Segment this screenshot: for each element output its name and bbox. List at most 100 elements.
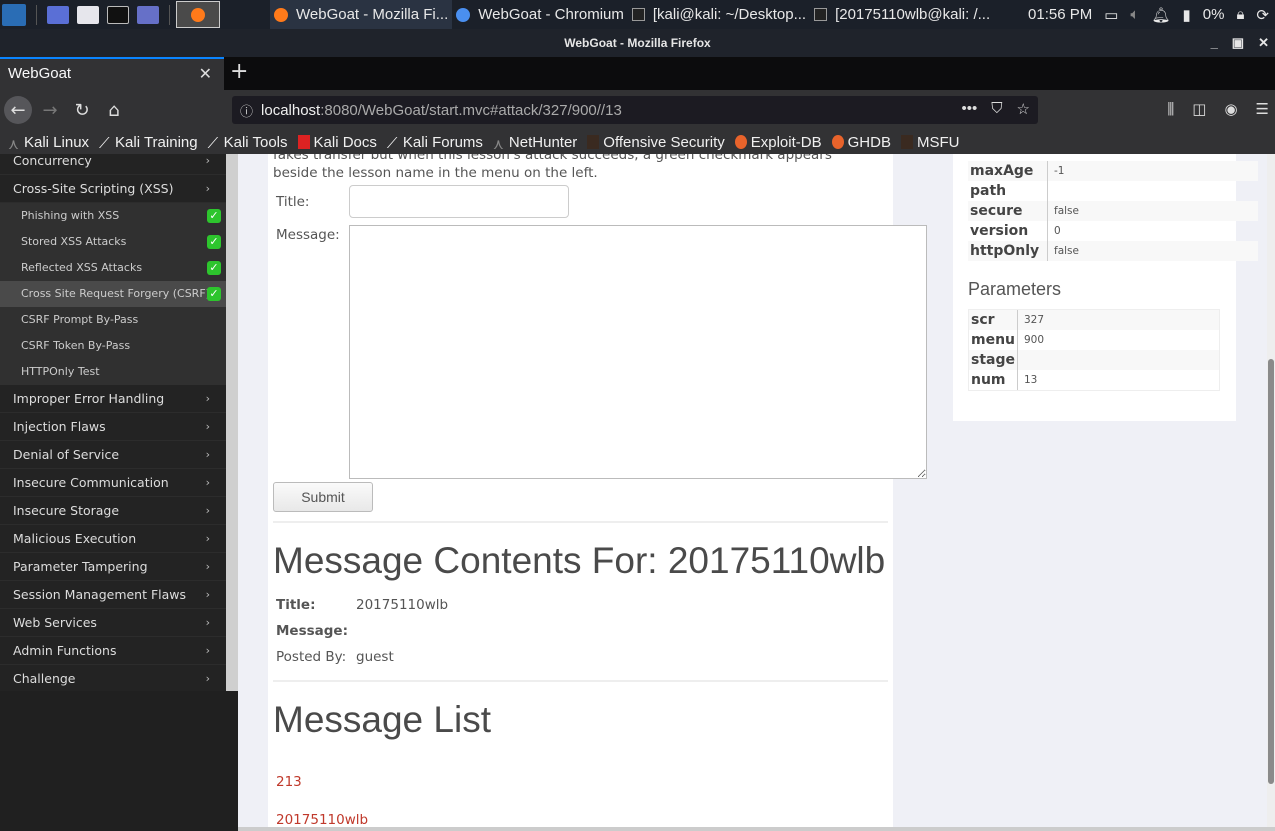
chevron-right-icon: › — [205, 616, 210, 629]
battery-icon[interactable]: ▮ — [1182, 6, 1190, 24]
message-link[interactable]: 20175110wlb — [276, 812, 368, 828]
menu-concurrency[interactable]: Concurrency › — [0, 154, 226, 175]
scrollbar-thumb[interactable] — [1268, 359, 1274, 784]
cookies-params-panel: maxAge -1 path secure false version 0 httpO… — [953, 154, 1258, 421]
kali-menu-icon[interactable] — [2, 3, 26, 26]
tab-webgoat[interactable]: WebGoat ✕ — [0, 57, 224, 90]
lesson-csrf-token-bypass[interactable]: CSRF Token By-Pass — [0, 333, 226, 359]
param-value: 900 — [1024, 334, 1045, 346]
site-info-icon[interactable]: ⓘ — [240, 101, 253, 120]
menu-malicious-execution[interactable]: Malicious Execution › — [0, 525, 226, 553]
close-tab-icon[interactable]: ✕ — [199, 64, 212, 84]
clock[interactable]: 01:56 PM — [1028, 6, 1092, 23]
page-scrollbar[interactable] — [1267, 154, 1275, 831]
bookmark-offensive-security[interactable]: Offensive Security — [587, 134, 725, 151]
taskbar-window-terminal-2[interactable]: [20175110wlb@kali: /... — [810, 0, 994, 29]
horizontal-scrollbar[interactable] — [238, 827, 1275, 831]
chevron-right-icon: › — [205, 182, 210, 195]
bookmark-star-icon[interactable]: ☆ — [1017, 100, 1030, 118]
bookmark-kali-training[interactable]: ⟋ Kali Training — [99, 134, 198, 153]
file-manager-icon[interactable] — [77, 5, 99, 24]
intro-text: beside the lesson name in the menu on th… — [273, 165, 598, 181]
lesson-reflected-xss[interactable]: Reflected XSS Attacks ✓ — [0, 255, 226, 281]
terminal-launcher-icon[interactable] — [107, 5, 129, 24]
close-window-icon[interactable]: ✕ — [1258, 29, 1269, 57]
notification-bell-icon[interactable]: 🔔︎ — [1151, 6, 1170, 24]
firefox-launcher-icon[interactable] — [176, 1, 220, 28]
volume-icon[interactable]: 🔈︎ — [1130, 6, 1139, 23]
menu-improper-error-handling[interactable]: Improper Error Handling › — [0, 385, 226, 413]
bookmark-kali-tools[interactable]: ⟋ Kali Tools — [208, 134, 288, 153]
bookmark-kali-linux[interactable]: ⋏ Kali Linux — [8, 134, 89, 154]
menu-admin-functions[interactable]: Admin Functions › — [0, 637, 226, 665]
menu-xss[interactable]: Cross-Site Scripting (XSS) › — [0, 175, 226, 203]
contents-message-row: Message: — [276, 623, 356, 639]
bookmark-ghdb[interactable]: GHDB — [831, 134, 891, 151]
bookmark-nethunter[interactable]: ⋏ NetHunter — [493, 134, 577, 154]
library-icon[interactable]: ⫼ — [1167, 100, 1174, 118]
back-arrow-icon[interactable]: ← — [4, 96, 32, 124]
page-actions-icon[interactable]: ••• — [962, 100, 978, 118]
taskbar-window-label: [20175110wlb@kali: /... — [835, 6, 991, 23]
taskbar-window-terminal-1[interactable]: [kali@kali: ~/Desktop... — [628, 0, 810, 29]
menu-label: Insecure Communication — [13, 475, 169, 490]
lock-icon[interactable]: 🔒︎ — [1236, 6, 1244, 23]
taskbar-window-label: [kali@kali: ~/Desktop... — [652, 6, 807, 23]
screen-recorder-icon[interactable] — [137, 5, 159, 24]
display-icon[interactable]: ▭ — [1104, 6, 1118, 24]
maximize-icon[interactable]: ▣ — [1232, 29, 1244, 57]
menu-insecure-storage[interactable]: Insecure Storage › — [0, 497, 226, 525]
lesson-label: HTTPOnly Test — [21, 365, 100, 378]
menu-parameter-tampering[interactable]: Parameter Tampering › — [0, 553, 226, 581]
menu-web-services[interactable]: Web Services › — [0, 609, 226, 637]
message-link[interactable]: 213 — [276, 774, 302, 790]
message-textarea[interactable] — [349, 225, 927, 479]
menu-session-management-flaws[interactable]: Session Management Flaws › — [0, 581, 226, 609]
lesson-httponly-test[interactable]: HTTPOnly Test — [0, 359, 226, 385]
home-icon[interactable]: ⌂ — [100, 96, 128, 124]
menu-injection-flaws[interactable]: Injection Flaws › — [0, 413, 226, 441]
chevron-right-icon: › — [205, 672, 210, 685]
menu-label: Parameter Tampering — [13, 559, 148, 574]
bookmark-kali-docs[interactable]: Kali Docs — [297, 134, 377, 151]
submit-button[interactable]: Submit — [273, 482, 373, 512]
sidebar-toggle-icon[interactable]: ◫ — [1192, 100, 1206, 118]
taskbar-window-chromium[interactable]: WebGoat - Chromium — [452, 0, 628, 29]
title-label: Title: — [276, 194, 310, 210]
chevron-right-icon: › — [205, 448, 210, 461]
menu-label: Admin Functions — [13, 643, 117, 658]
cookie-value: false — [1054, 205, 1079, 217]
lesson-csrf-prompt-bypass[interactable]: CSRF Prompt By-Pass — [0, 307, 226, 333]
bookmark-exploit-db[interactable]: Exploit-DB — [734, 134, 822, 151]
title-input[interactable] — [349, 185, 569, 218]
reload-icon[interactable]: ↻ — [68, 96, 96, 124]
forward-arrow-icon[interactable]: → — [36, 96, 64, 124]
minimize-icon[interactable]: _ — [1211, 29, 1218, 57]
power-icon[interactable]: ⟳ — [1256, 6, 1269, 24]
new-tab-icon[interactable]: + — [230, 59, 248, 84]
docs-icon — [297, 135, 310, 149]
ghdb-icon — [831, 135, 844, 149]
lesson-stored-xss[interactable]: Stored XSS Attacks ✓ — [0, 229, 226, 255]
taskbar-window-firefox[interactable]: WebGoat - Mozilla Fi... — [270, 0, 453, 29]
cookie-value: -1 — [1054, 165, 1065, 177]
pocket-icon[interactable]: ⛉ — [991, 100, 1002, 118]
menu-denial-of-service[interactable]: Denial of Service › — [0, 441, 226, 469]
url-bar[interactable]: ⓘ localhost:8080/WebGoat/start.mvc#attac… — [232, 96, 1038, 124]
bookmark-kali-forums[interactable]: ⟋ Kali Forums — [387, 134, 483, 153]
lesson-csrf[interactable]: Cross Site Request Forgery (CSRF) ✓ — [0, 281, 226, 307]
sidebar-scrollbar[interactable] — [226, 154, 238, 691]
account-icon[interactable]: ◉ — [1224, 100, 1237, 118]
chevron-right-icon: › — [205, 560, 210, 573]
menu-label: Malicious Execution — [13, 531, 137, 546]
menu-challenge[interactable]: Challenge › — [0, 665, 226, 693]
menu-insecure-communication[interactable]: Insecure Communication › — [0, 469, 226, 497]
menu-label: Web Services — [13, 615, 97, 630]
contents-posted-row: Posted By: guest — [276, 649, 394, 665]
chevron-right-icon: › — [205, 504, 210, 517]
lesson-phishing-with-xss[interactable]: Phishing with XSS ✓ — [0, 203, 226, 229]
workspace-icon[interactable] — [47, 5, 69, 24]
cookie-table: maxAge -1 path secure false version 0 httpO… — [968, 161, 1258, 261]
bookmark-msfu[interactable]: MSFU — [900, 134, 959, 151]
hamburger-menu-icon[interactable]: ☰ — [1256, 100, 1269, 118]
